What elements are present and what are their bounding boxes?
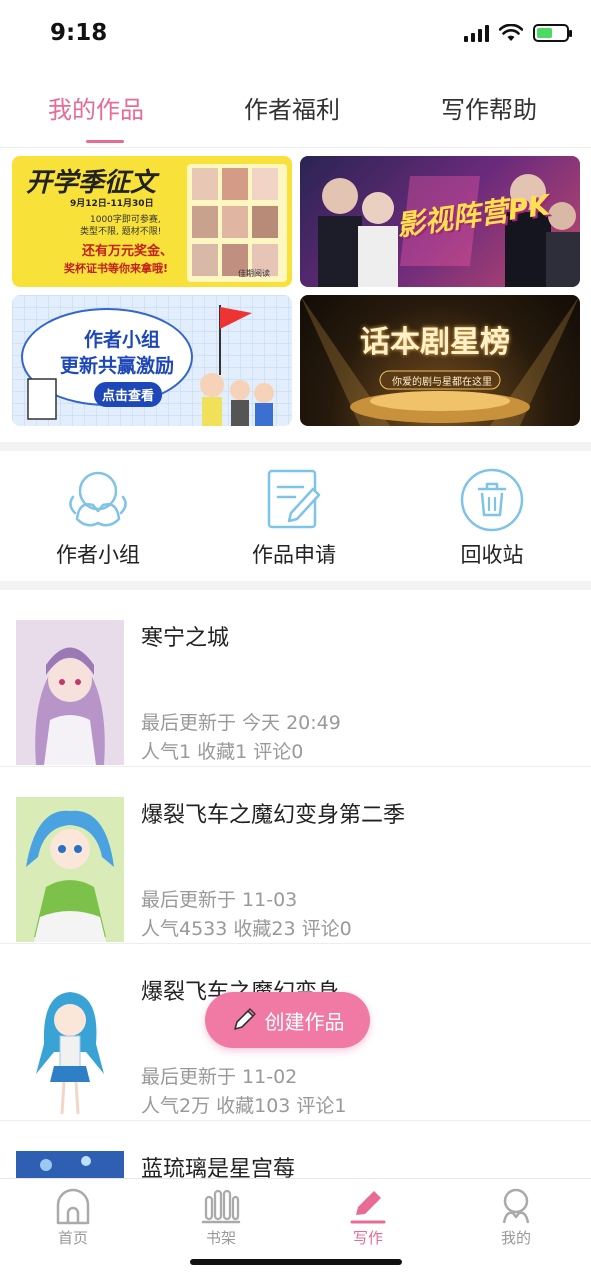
cover-illustration — [16, 974, 124, 1119]
nav-home-label: 首页 — [57, 1229, 88, 1247]
work-application-action[interactable]: 作品申请 — [219, 467, 369, 569]
works-list: 寒宁之城 最后更新于 今天 20:49 人气1 收藏1 评论0 爆裂飞车之魔幻变… — [0, 590, 591, 1280]
signal-icon — [464, 24, 489, 42]
author-group-action[interactable]: 作者小组 — [23, 467, 173, 569]
wifi-icon — [499, 24, 523, 41]
active-tab-indicator — [86, 140, 124, 143]
banner-line: 还有万元奖金、 — [82, 244, 174, 259]
work-last-updated: 最后更新于 11-03 — [141, 889, 298, 911]
work-title: 爆裂飞车之魔幻变身第二季 — [141, 803, 406, 828]
banner-film-camp-pk[interactable]: 影视阵营PK — [300, 156, 580, 287]
trash-icon — [460, 468, 524, 532]
banner-brand: 佳期阅读 — [238, 269, 270, 278]
battery-icon — [533, 24, 572, 42]
banner-title: 开学季征文 — [26, 168, 157, 198]
nav-bookshelf-label: 书架 — [205, 1229, 236, 1247]
work-cover — [16, 797, 124, 942]
banner-line: 奖杯证书等你来拿哦! — [64, 262, 169, 275]
nav-home[interactable]: 首页 — [23, 1187, 123, 1248]
status-icons — [464, 24, 572, 42]
section-divider — [0, 581, 591, 590]
banner-title: 作者小组 — [84, 329, 161, 351]
quick-actions: 作者小组 作品申请 回收站 — [0, 455, 591, 580]
nav-write-label: 写作 — [352, 1229, 383, 1247]
banner-view-button[interactable]: 点击查看 — [94, 382, 163, 407]
work-item[interactable]: 爆裂飞车之魔幻变身第二季 最后更新于 11-03 人气4533 收藏23 评论0 — [0, 767, 591, 944]
banner-subtitle: 你爱的剧与星都在这里 — [392, 377, 492, 388]
author-group-label: 作者小组 — [56, 543, 140, 567]
recycle-bin-action[interactable]: 回收站 — [417, 467, 567, 569]
tab-author-benefits[interactable]: 作者福利 — [244, 90, 340, 125]
nav-write[interactable]: 写作 — [318, 1187, 418, 1248]
bookshelf-icon — [201, 1189, 241, 1224]
work-item[interactable]: 寒宁之城 最后更新于 今天 20:49 人气1 收藏1 评论0 — [0, 590, 591, 767]
cover-illustration — [16, 797, 124, 942]
work-last-updated: 最后更新于 11-02 — [141, 1066, 298, 1088]
nav-bookshelf[interactable]: 书架 — [171, 1187, 271, 1248]
profile-icon — [502, 1188, 530, 1224]
pencil-icon — [233, 1008, 256, 1030]
banner-line: 类型不限, 题材不限! — [80, 227, 162, 237]
work-cover — [16, 620, 124, 765]
tab-writing-help[interactable]: 写作帮助 — [441, 90, 537, 125]
home-icon — [56, 1188, 90, 1225]
pen-icon — [350, 1191, 386, 1224]
edit-document-icon — [267, 469, 321, 529]
create-work-label: 创建作品 — [264, 1009, 345, 1034]
home-indicator — [190, 1259, 402, 1265]
banner-dates: 9月12日-11月30日 — [70, 199, 154, 209]
nav-profile-label: 我的 — [500, 1229, 531, 1247]
tab-my-works[interactable]: 我的作品 — [48, 90, 144, 125]
top-tabs: 我的作品 作者福利 写作帮助 — [0, 70, 591, 148]
work-stats: 人气1 收藏1 评论0 — [141, 741, 304, 763]
group-icon — [69, 471, 127, 527]
work-title: 寒宁之城 — [141, 626, 230, 651]
nav-profile[interactable]: 我的 — [466, 1187, 566, 1248]
banner-title: 更新共赢激励 — [60, 355, 175, 377]
work-stats: 人气2万 收藏103 评论1 — [141, 1095, 347, 1117]
section-divider — [0, 442, 591, 451]
create-work-button[interactable]: 创建作品 — [205, 992, 370, 1048]
work-last-updated: 最后更新于 今天 20:49 — [141, 712, 341, 734]
recycle-bin-label: 回收站 — [460, 543, 524, 567]
work-application-label: 作品申请 — [252, 543, 336, 567]
banner-title: 话本剧星榜 — [360, 325, 510, 360]
work-stats: 人气4533 收藏23 评论0 — [141, 918, 352, 940]
status-bar: 9:18 — [0, 0, 591, 70]
cover-illustration — [16, 620, 124, 765]
status-time: 9:18 — [50, 20, 108, 46]
banner-drama-star-ranking[interactable]: 话本剧星榜 你爱的剧与星都在这里 — [300, 295, 580, 426]
banner-author-group-incentive[interactable]: 作者小组 更新共赢激励 点击查看 — [12, 295, 292, 426]
banner-back-to-school-contest[interactable]: 开学季征文 9月12日-11月30日 1000字即可参赛, 类型不限, 题材不限… — [12, 156, 292, 287]
work-cover — [16, 974, 124, 1119]
